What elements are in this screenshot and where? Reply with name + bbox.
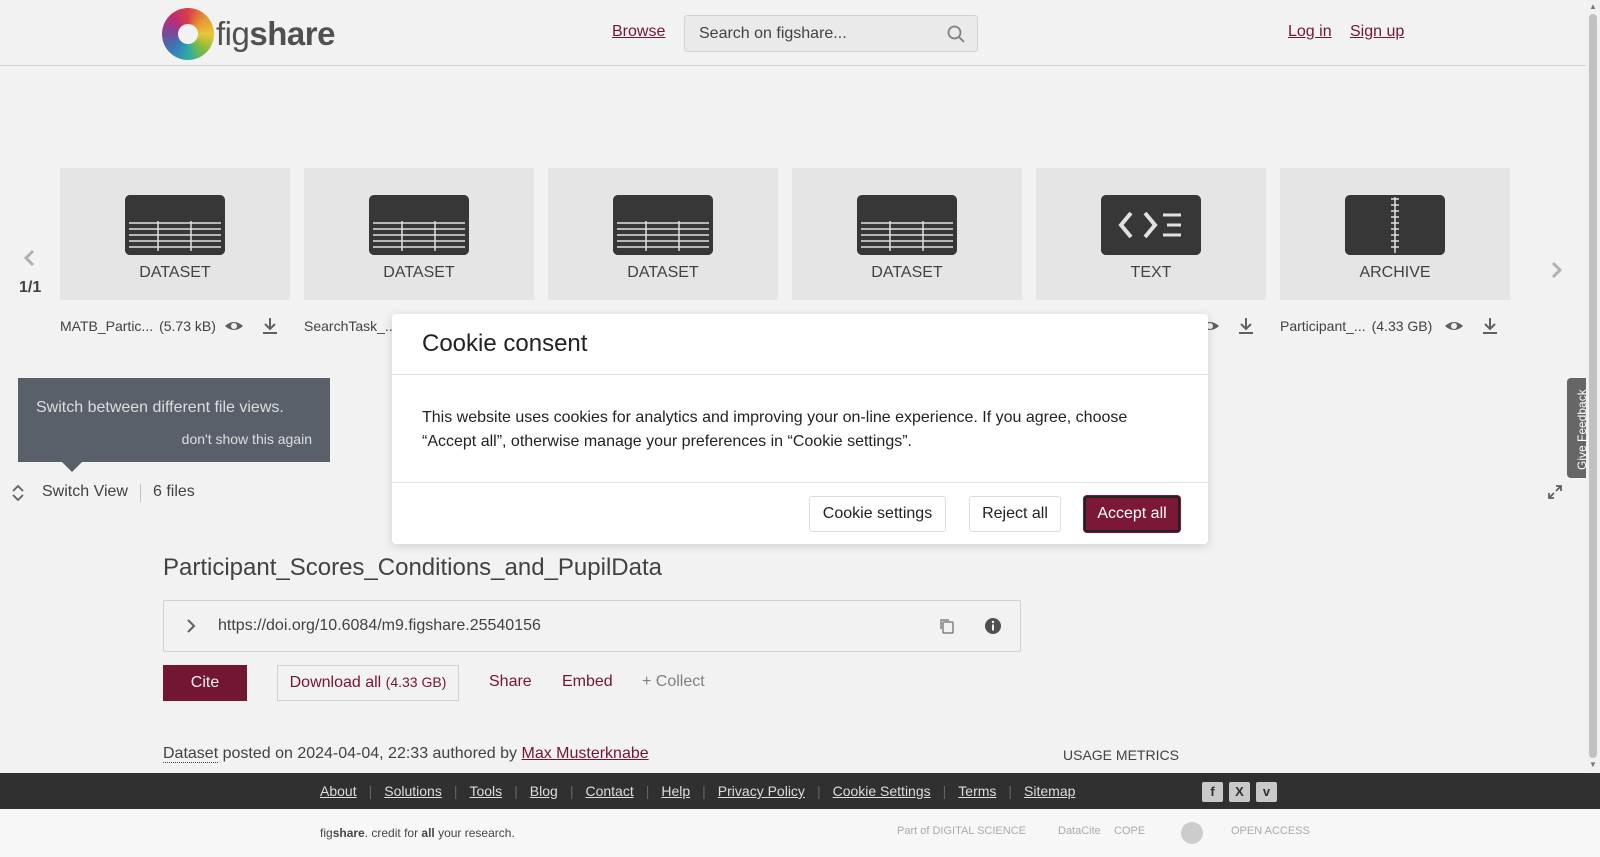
accept-all-button[interactable]: Accept all [1084,496,1180,532]
facebook-icon[interactable]: f [1202,782,1223,802]
x-twitter-icon[interactable]: X [1229,782,1250,802]
footer-link-terms[interactable]: Terms [958,783,996,799]
footer-links-bar: About | Solutions | Tools | Blog | Contact | … [0,773,1600,809]
divider: | [942,783,947,799]
footer-link-contact[interactable]: Contact [585,783,633,799]
scroll-down-icon[interactable]: ▼ [1589,760,1597,769]
footer-link-tools[interactable]: Tools [469,783,502,799]
cope-logo[interactable]: COPE [1114,825,1145,837]
footer-link-sitemap[interactable]: Sitemap [1024,783,1075,799]
divider: | [453,783,458,799]
datacite-logo[interactable]: DataCite [1058,825,1101,837]
divider: | [816,783,821,799]
scroll-up-icon[interactable]: ▲ [1589,2,1597,11]
footer-link-solutions[interactable]: Solutions [384,783,442,799]
dialog-title: Cookie consent [422,330,588,357]
reject-all-button[interactable]: Reject all [969,496,1061,532]
dialog-body: This website uses cookies for analytics … [422,409,1128,450]
scrollbar-thumb[interactable] [1589,14,1597,758]
footer-link-cookie-settings[interactable]: Cookie Settings [833,783,931,799]
vimeo-icon[interactable]: v [1256,782,1277,802]
footer-credit: figshare. credit for all your research. [320,826,515,840]
divider: | [368,783,373,799]
divider: | [1008,783,1013,799]
divider: | [702,783,706,799]
digital-science-logo[interactable]: Part of DIGITAL SCIENCE [897,825,1026,837]
divider [392,482,1208,483]
footer-link-about[interactable]: About [320,783,357,799]
footer-credit-bar: figshare. credit for all your research. … [0,809,1600,857]
cookie-settings-button[interactable]: Cookie settings [809,496,946,532]
footer-link-help[interactable]: Help [661,783,690,799]
page-scrollbar[interactable]: ▲ ▼ [1586,0,1600,773]
footer-link-privacy-policy[interactable]: Privacy Policy [718,783,805,799]
globe-icon[interactable] [1180,821,1204,845]
cookie-consent-dialog: Cookie consent This website uses cookies… [392,314,1208,544]
footer-link-blog[interactable]: Blog [530,783,558,799]
open-access-logo[interactable]: OPEN ACCESS [1231,825,1310,837]
divider: | [514,783,518,799]
footer-nav: About | Solutions | Tools | Blog | Contact | … [320,783,1075,799]
divider: | [645,783,650,799]
divider: | [569,783,574,799]
divider [392,374,1208,375]
